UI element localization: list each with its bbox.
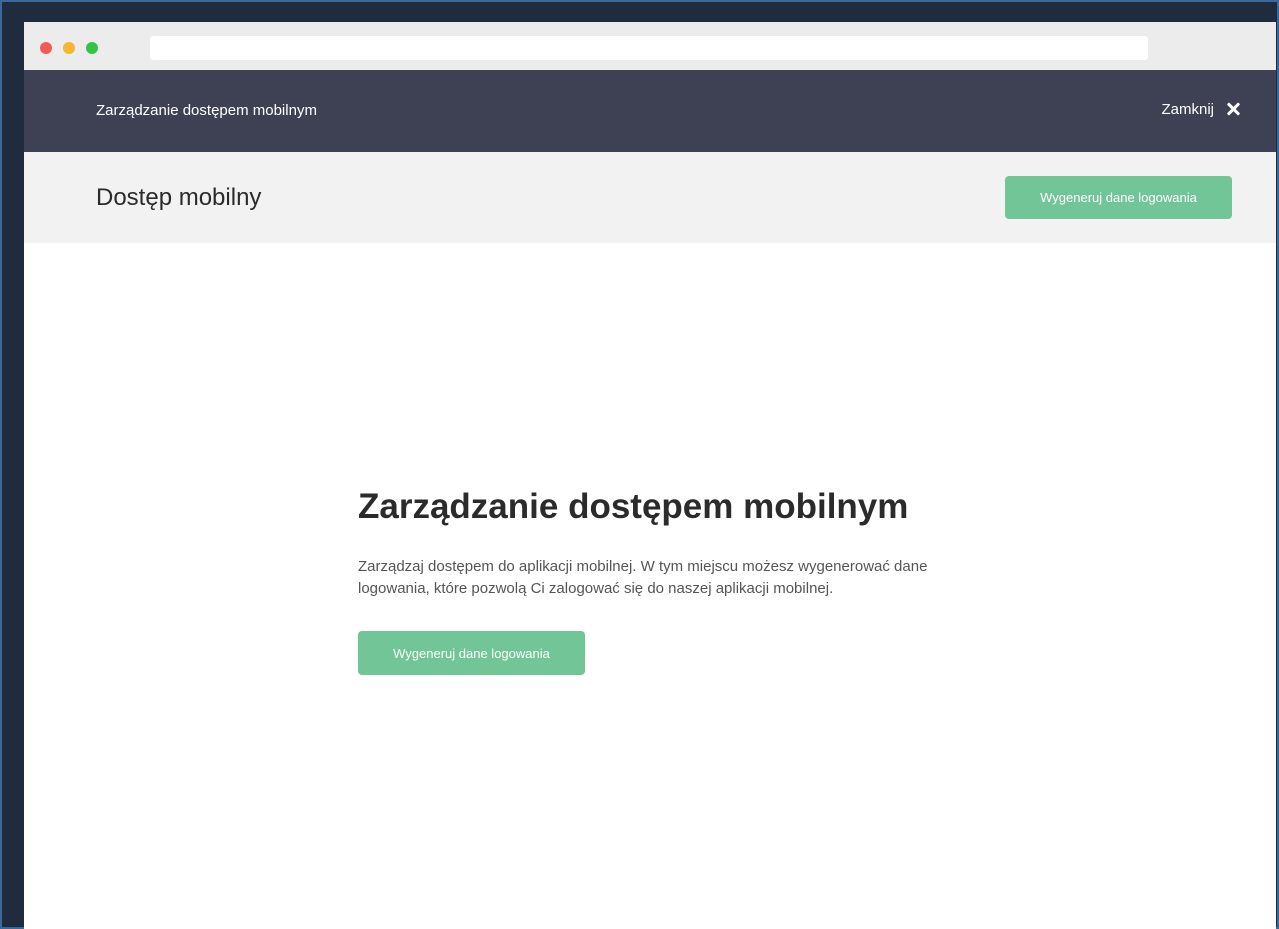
content-description: Zarządzaj dostępem do aplikacji mobilnej… xyxy=(358,558,928,597)
top-bar: Zarządzanie dostępem mobilnym Zamknij xyxy=(24,70,1276,152)
page-title: Dostęp mobilny xyxy=(96,184,262,211)
close-button[interactable]: Zamknij xyxy=(1161,100,1242,118)
main-content: Zarządzanie dostępem mobilnym Zarządzaj … xyxy=(358,480,938,675)
browser-window: Zarządzanie dostępem mobilnym Zamknij Do… xyxy=(24,22,1276,929)
close-icon xyxy=(1224,100,1242,118)
window-maximize-dot[interactable] xyxy=(86,42,98,54)
browser-chrome xyxy=(24,22,1276,70)
address-bar[interactable] xyxy=(150,36,1148,60)
generate-credentials-button-header[interactable]: Wygeneruj dane logowania xyxy=(1005,176,1232,219)
topbar-title: Zarządzanie dostępem mobilnym xyxy=(96,102,317,119)
window-close-dot[interactable] xyxy=(40,42,52,54)
window-minimize-dot[interactable] xyxy=(63,42,75,54)
sub-header: Dostęp mobilny Wygeneruj dane logowania xyxy=(24,152,1276,243)
generate-credentials-button[interactable]: Wygeneruj dane logowania xyxy=(358,631,585,675)
screenshot-frame: Zarządzanie dostępem mobilnym Zamknij Do… xyxy=(0,0,1279,929)
close-label: Zamknij xyxy=(1161,100,1214,118)
content-heading: Zarządzanie dostępem mobilnym xyxy=(358,487,909,526)
